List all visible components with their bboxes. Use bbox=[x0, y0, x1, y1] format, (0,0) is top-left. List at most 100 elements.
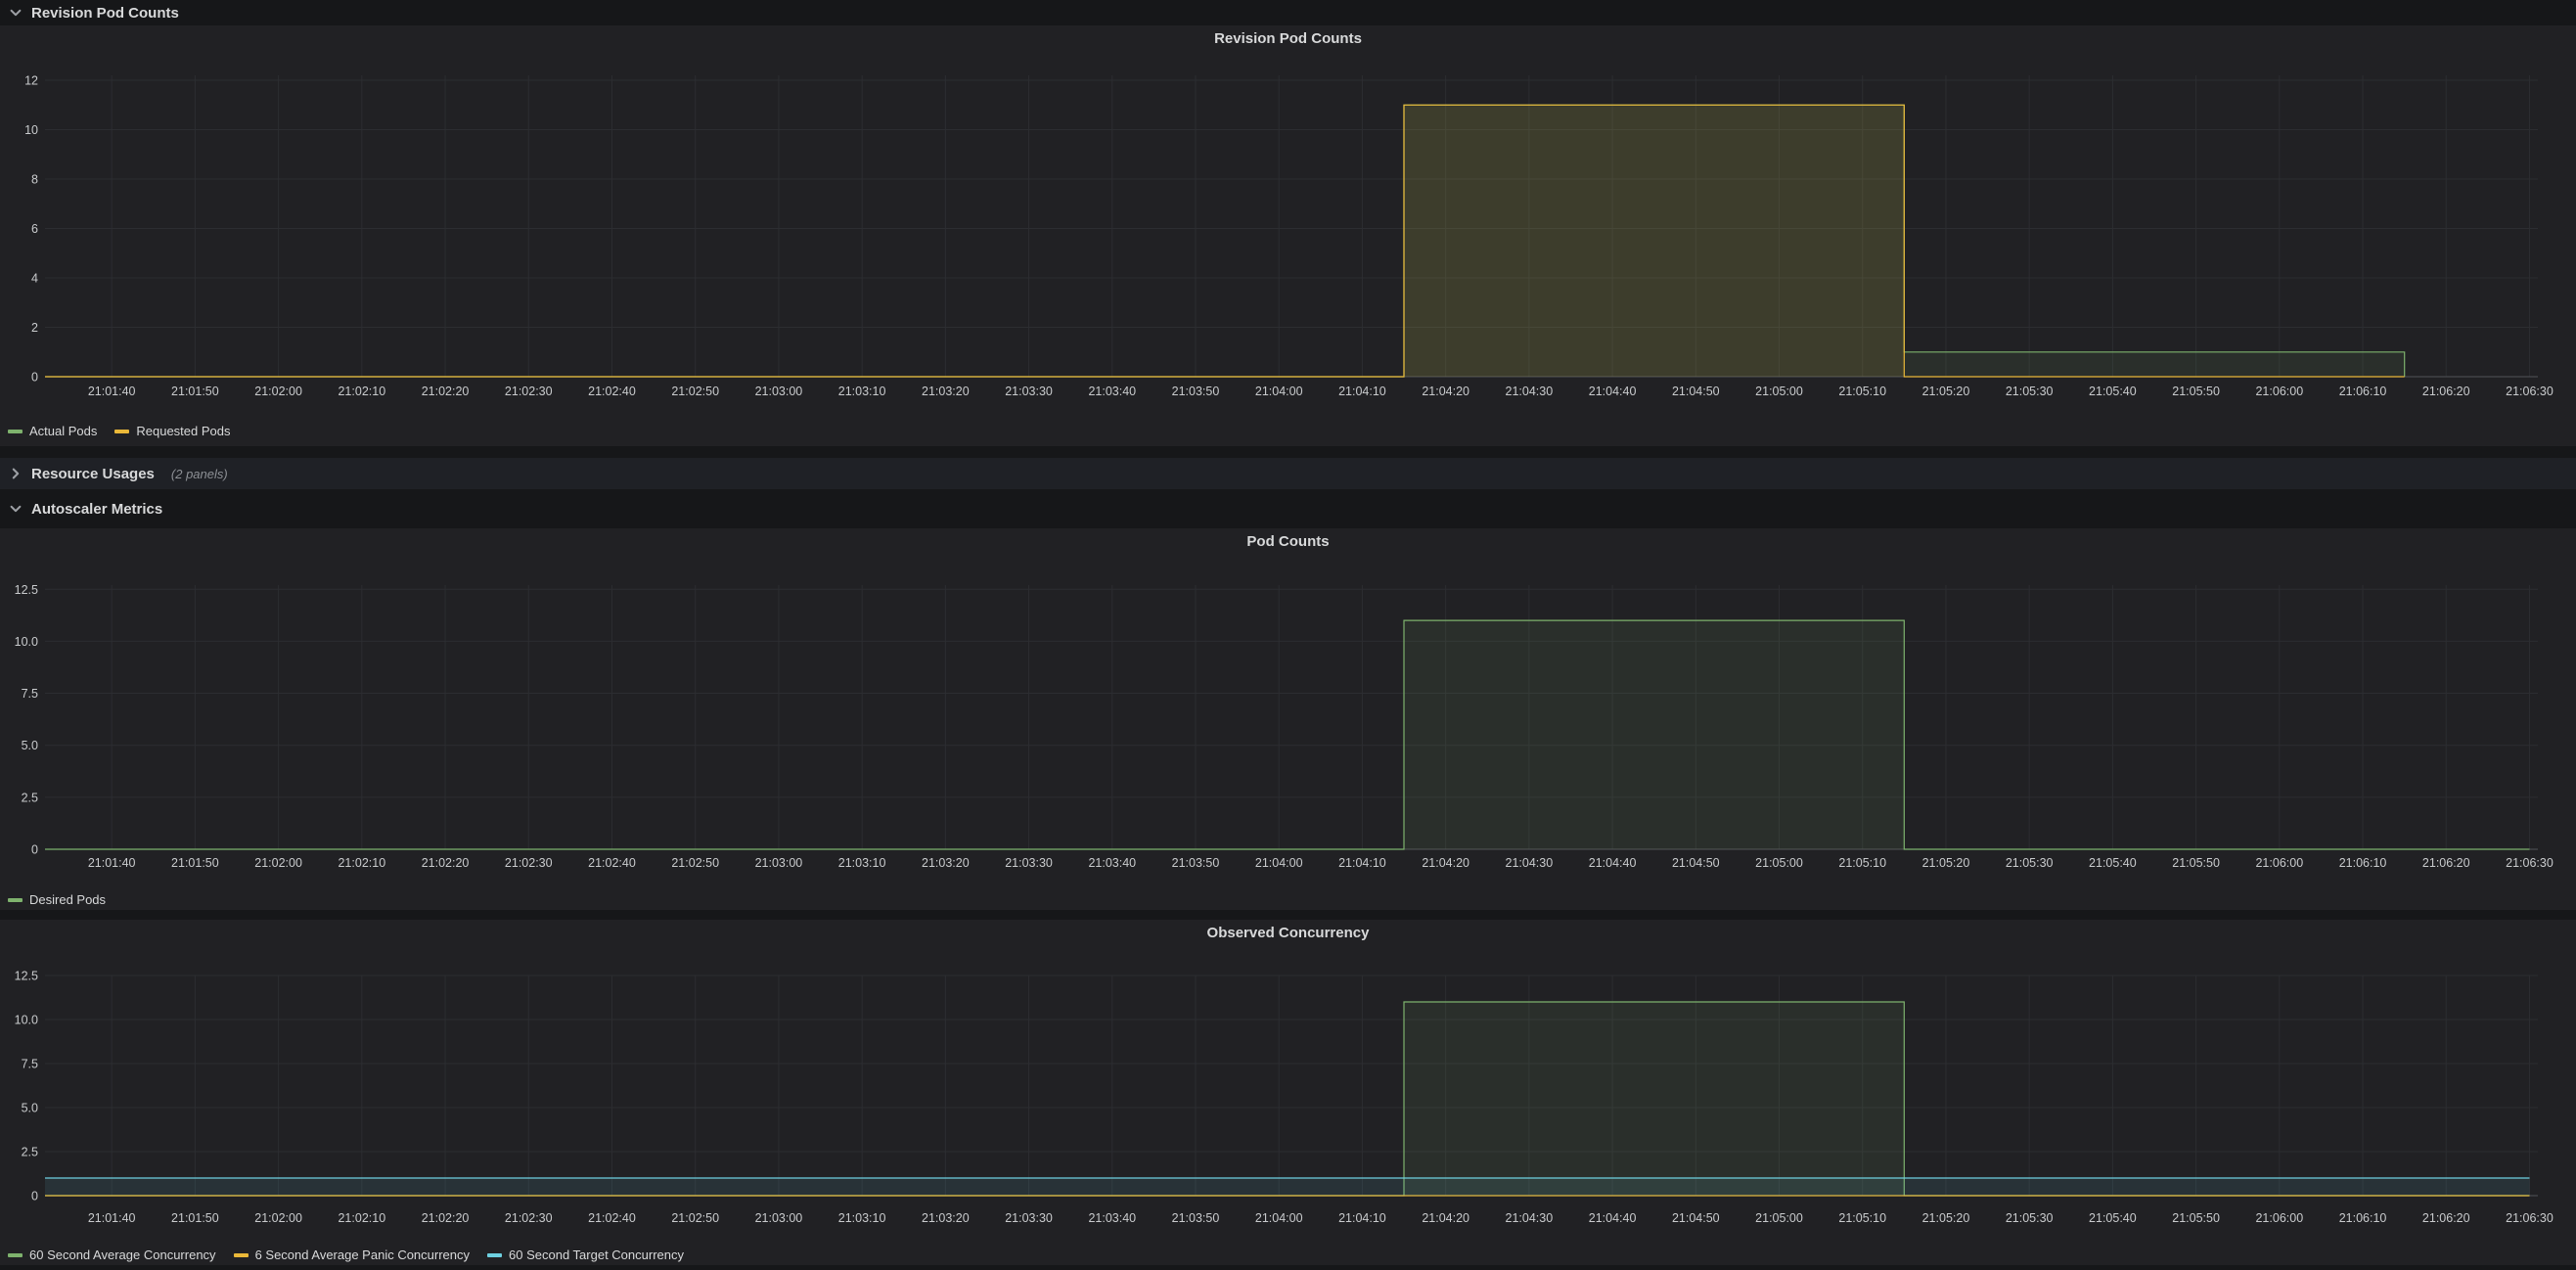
y-tick-label: 2.5 bbox=[22, 1146, 38, 1159]
legend-item[interactable]: 60 Second Average Concurrency bbox=[8, 1247, 216, 1262]
x-tick-label: 21:04:50 bbox=[1672, 856, 1720, 870]
x-tick-label: 21:02:30 bbox=[505, 385, 553, 398]
series-name: 6 Second Average Panic Concurrency bbox=[255, 1247, 470, 1262]
x-tick-label: 21:06:20 bbox=[2422, 1211, 2470, 1225]
x-tick-label: 21:04:30 bbox=[1506, 856, 1554, 870]
x-tick-label: 21:02:50 bbox=[671, 856, 719, 870]
y-tick-label: 12 bbox=[24, 74, 38, 88]
chart-legend: Actual Pods Requested Pods bbox=[8, 424, 231, 438]
legend-item[interactable]: 60 Second Target Concurrency bbox=[487, 1247, 684, 1262]
panel-title[interactable]: Pod Counts bbox=[1246, 533, 1329, 550]
x-tick-label: 21:04:00 bbox=[1255, 385, 1303, 398]
x-tick-label: 21:02:30 bbox=[505, 1211, 553, 1225]
x-tick-label: 21:04:30 bbox=[1506, 385, 1554, 398]
x-tick-label: 21:03:10 bbox=[838, 856, 886, 870]
series-color-swatch bbox=[8, 1253, 23, 1257]
panel-header: Observed Concurrency bbox=[0, 920, 2576, 945]
y-tick-label: 5.0 bbox=[22, 1102, 38, 1115]
x-tick-label: 21:03:50 bbox=[1172, 856, 1220, 870]
chart-revision-pod-counts[interactable]: 21:01:4021:01:5021:02:0021:02:1021:02:20… bbox=[0, 51, 2576, 451]
x-tick-label: 21:03:40 bbox=[1088, 856, 1136, 870]
y-tick-label: 12.5 bbox=[15, 583, 38, 597]
chart-canvas[interactable]: 21:01:4021:01:5021:02:0021:02:1021:02:20… bbox=[0, 945, 2576, 1265]
x-tick-label: 21:02:10 bbox=[338, 856, 385, 870]
x-tick-label: 21:04:10 bbox=[1338, 856, 1386, 870]
x-tick-label: 21:04:10 bbox=[1338, 385, 1386, 398]
x-tick-label: 21:03:20 bbox=[922, 385, 970, 398]
x-tick-label: 21:04:00 bbox=[1255, 856, 1303, 870]
x-tick-label: 21:05:10 bbox=[1838, 385, 1886, 398]
series-fill bbox=[45, 105, 2405, 377]
panel-title[interactable]: Revision Pod Counts bbox=[1214, 30, 1362, 47]
x-tick-label: 21:05:10 bbox=[1838, 856, 1886, 870]
y-tick-label: 10.0 bbox=[15, 635, 38, 649]
x-tick-label: 21:06:10 bbox=[2339, 385, 2387, 398]
chart-observed-concurrency[interactable]: 21:01:4021:01:5021:02:0021:02:1021:02:20… bbox=[0, 945, 2576, 1270]
x-tick-label: 21:06:00 bbox=[2255, 385, 2303, 398]
panel-revision-pod-counts: Revision Pod Counts 21:01:4021:01:5021:0… bbox=[0, 25, 2576, 446]
series-name: 60 Second Target Concurrency bbox=[509, 1247, 684, 1262]
x-tick-label: 21:04:20 bbox=[1422, 856, 1469, 870]
panel-title[interactable]: Observed Concurrency bbox=[1207, 925, 1370, 941]
row-title: Resource Usages bbox=[31, 466, 155, 482]
x-tick-label: 21:03:20 bbox=[922, 1211, 970, 1225]
x-tick-label: 21:05:20 bbox=[1922, 856, 1970, 870]
x-tick-label: 21:02:20 bbox=[422, 385, 470, 398]
x-tick-label: 21:04:00 bbox=[1255, 1211, 1303, 1225]
x-tick-label: 21:04:40 bbox=[1589, 385, 1637, 398]
chart-pod-counts[interactable]: 21:01:4021:01:5021:02:0021:02:1021:02:20… bbox=[0, 554, 2576, 915]
x-tick-label: 21:01:50 bbox=[171, 856, 219, 870]
x-tick-label: 21:03:30 bbox=[1005, 385, 1053, 398]
x-tick-label: 21:05:20 bbox=[1922, 385, 1970, 398]
chart-canvas[interactable]: 21:01:4021:01:5021:02:0021:02:1021:02:20… bbox=[0, 554, 2576, 910]
x-tick-label: 21:04:40 bbox=[1589, 856, 1637, 870]
x-tick-label: 21:05:30 bbox=[2006, 856, 2054, 870]
x-tick-label: 21:04:20 bbox=[1422, 385, 1469, 398]
series-color-swatch bbox=[234, 1253, 249, 1257]
x-tick-label: 21:05:00 bbox=[1755, 385, 1803, 398]
series-color-swatch bbox=[8, 898, 23, 902]
x-tick-label: 21:03:10 bbox=[838, 1211, 886, 1225]
x-tick-label: 21:06:10 bbox=[2339, 1211, 2387, 1225]
y-tick-label: 0 bbox=[31, 843, 38, 857]
panel-header: Pod Counts bbox=[0, 528, 2576, 554]
x-tick-label: 21:02:20 bbox=[422, 1211, 470, 1225]
legend-item[interactable]: Actual Pods bbox=[8, 424, 97, 438]
series-line bbox=[45, 1002, 2530, 1196]
x-tick-label: 21:05:40 bbox=[2089, 385, 2137, 398]
chart-canvas[interactable]: 21:01:4021:01:5021:02:0021:02:1021:02:20… bbox=[0, 51, 2576, 446]
y-tick-label: 0 bbox=[31, 371, 38, 385]
legend-item[interactable]: 6 Second Average Panic Concurrency bbox=[234, 1247, 470, 1262]
row-panel-count: (2 panels) bbox=[171, 467, 228, 481]
panel-pod-counts: Pod Counts 21:01:4021:01:5021:02:0021:02… bbox=[0, 528, 2576, 910]
x-tick-label: 21:03:10 bbox=[838, 385, 886, 398]
series-fill bbox=[45, 620, 2530, 849]
x-tick-label: 21:05:30 bbox=[2006, 1211, 2054, 1225]
y-tick-label: 2.5 bbox=[22, 791, 38, 804]
legend-item[interactable]: Desired Pods bbox=[8, 892, 106, 907]
x-tick-label: 21:03:00 bbox=[755, 385, 803, 398]
row-header-autoscaler-metrics[interactable]: Autoscaler Metrics bbox=[0, 493, 2576, 524]
series-name: Requested Pods bbox=[136, 424, 230, 438]
series-color-swatch bbox=[114, 430, 129, 433]
x-tick-label: 21:03:00 bbox=[755, 1211, 803, 1225]
y-tick-label: 2 bbox=[31, 321, 38, 335]
x-tick-label: 21:03:40 bbox=[1088, 385, 1136, 398]
x-tick-label: 21:01:50 bbox=[171, 385, 219, 398]
series-fill bbox=[45, 1178, 2530, 1196]
dashboard: Revision Pod Counts Revision Pod Counts … bbox=[0, 0, 2576, 1265]
x-tick-label: 21:05:50 bbox=[2172, 385, 2220, 398]
series-name: Desired Pods bbox=[29, 892, 106, 907]
chevron-down-icon bbox=[9, 502, 23, 516]
x-tick-label: 21:01:40 bbox=[88, 1211, 136, 1225]
chevron-down-icon bbox=[9, 6, 23, 20]
y-tick-label: 10.0 bbox=[15, 1014, 38, 1027]
y-tick-label: 10 bbox=[24, 123, 38, 137]
x-tick-label: 21:03:00 bbox=[755, 856, 803, 870]
legend-item[interactable]: Requested Pods bbox=[114, 424, 230, 438]
panel-header: Revision Pod Counts bbox=[0, 25, 2576, 51]
row-title: Revision Pod Counts bbox=[31, 5, 179, 22]
panel-observed-concurrency: Observed Concurrency 21:01:4021:01:5021:… bbox=[0, 920, 2576, 1265]
row-header-resource-usages[interactable]: Resource Usages (2 panels) bbox=[0, 458, 2576, 489]
row-header-revision-pod-counts[interactable]: Revision Pod Counts bbox=[0, 0, 2576, 25]
